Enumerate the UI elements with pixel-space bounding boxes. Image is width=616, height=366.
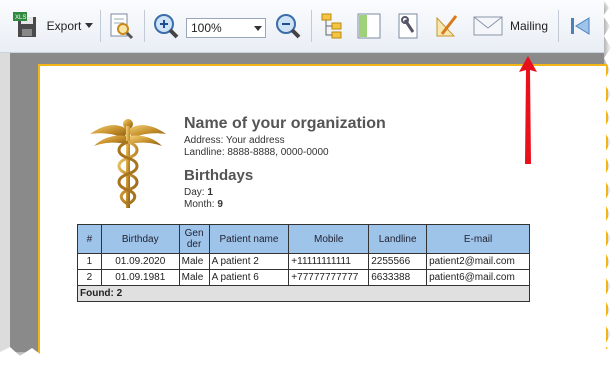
torn-edge-decoration xyxy=(0,0,616,366)
